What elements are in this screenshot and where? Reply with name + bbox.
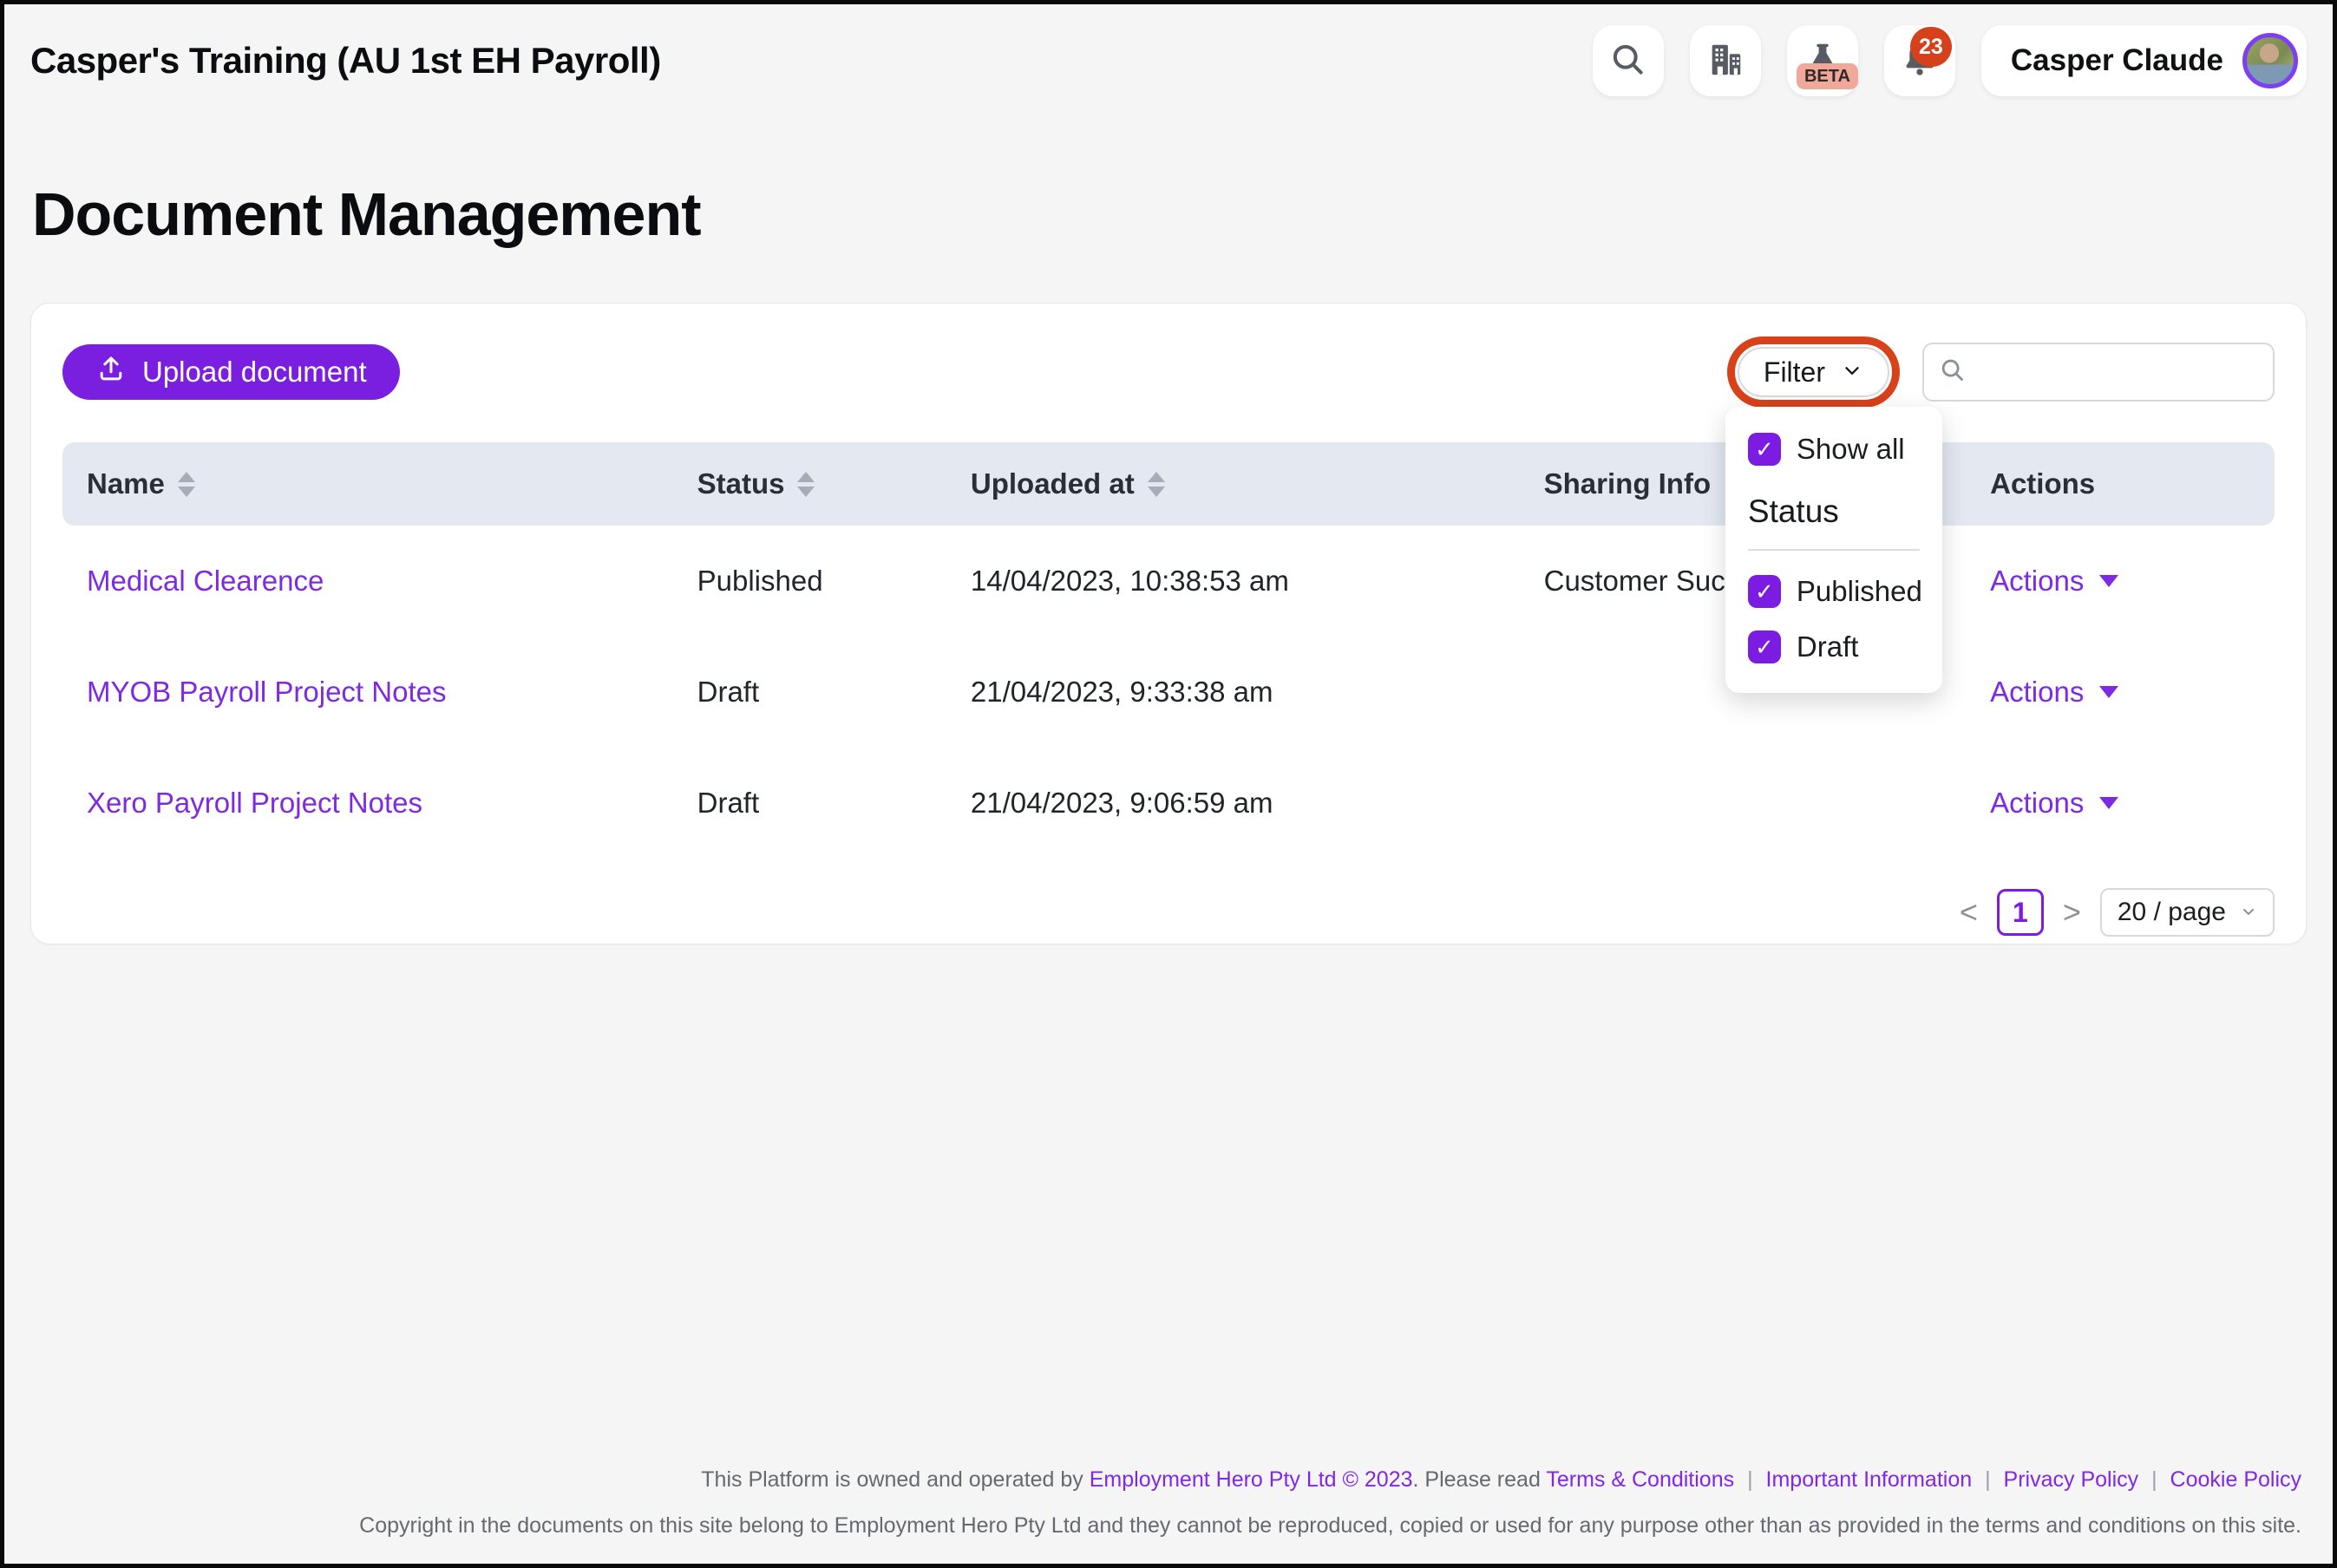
window-title: Casper's Training (AU 1st EH Payroll) (30, 40, 661, 82)
filter-option-published[interactable]: Published (1748, 575, 1920, 608)
filter-button-label: Filter (1764, 356, 1825, 389)
uploaded-at-cell: 14/04/2023, 10:38:53 am (971, 565, 1544, 598)
separator: | (2151, 1467, 2157, 1492)
checkbox-checked-icon (1748, 630, 1781, 663)
screen: Casper's Training (AU 1st EH Payroll) (0, 0, 2337, 1568)
page-title: Document Management (32, 180, 2333, 249)
column-label: Name (87, 467, 165, 500)
document-link[interactable]: Xero Payroll Project Notes (87, 787, 697, 820)
cookie-policy-link[interactable]: Cookie Policy (2170, 1467, 2301, 1492)
table-body: Medical Clearence Published 14/04/2023, … (62, 526, 2275, 859)
filter-section-title: Status (1748, 493, 1920, 530)
footer-text: . Please read (1413, 1467, 1541, 1492)
status-cell: Draft (697, 676, 971, 709)
footer-line2: Copyright in the documents on this site … (359, 1512, 2301, 1539)
previous-page-button[interactable]: < (1960, 897, 1978, 928)
column-header-status[interactable]: Status (697, 467, 971, 500)
column-header-uploaded-at[interactable]: Uploaded at (971, 467, 1544, 500)
filter-dropdown-menu: Show all Status Published Draft (1725, 407, 1942, 693)
current-page-button[interactable]: 1 (1997, 889, 2044, 936)
card-toolbar: Upload document Filter Show all (62, 336, 2275, 408)
table-header-row: Name Status Uploaded at Sharing Info Act… (62, 442, 2275, 526)
sort-icon (1148, 472, 1165, 497)
avatar (2242, 33, 2298, 88)
separator: | (1985, 1467, 1991, 1492)
column-label: Actions (1990, 467, 2095, 500)
footer: This Platform is owned and operated by E… (359, 1467, 2301, 1539)
filter-option-draft[interactable]: Draft (1748, 630, 1920, 663)
actions-label: Actions (1990, 676, 2084, 709)
row-actions-button[interactable]: Actions (1990, 565, 2275, 598)
important-information-link[interactable]: Important Information (1766, 1467, 1973, 1492)
separator: | (1747, 1467, 1753, 1492)
user-name: Casper Claude (2011, 43, 2223, 78)
column-header-actions: Actions (1990, 467, 2275, 500)
toolbar-right: Filter Show all Status (1727, 336, 2275, 408)
annotation-highlight-ring: Filter (1727, 336, 1900, 408)
upload-button-label: Upload document (142, 356, 367, 389)
column-label: Status (697, 467, 785, 500)
table-search-box (1922, 343, 2275, 402)
labs-beta-button[interactable]: BETA (1787, 25, 1858, 96)
sort-icon (178, 472, 195, 497)
document-link[interactable]: MYOB Payroll Project Notes (87, 676, 697, 709)
beta-badge: BETA (1797, 63, 1858, 89)
next-page-button[interactable]: > (2063, 897, 2081, 928)
table-search-input[interactable] (1978, 357, 2259, 387)
filter-option-show-all[interactable]: Show all (1748, 433, 1920, 466)
table-row: Xero Payroll Project Notes Draft 21/04/2… (62, 748, 2275, 859)
column-label: Sharing Info (1544, 467, 1712, 500)
actions-label: Actions (1990, 565, 2084, 598)
notification-count-badge: 23 (1910, 27, 1952, 67)
pagination: < 1 > 20 / page (62, 888, 2275, 937)
document-management-card: Upload document Filter Show all (30, 303, 2307, 944)
filter-option-label: Published (1797, 575, 1922, 608)
chevron-down-icon (2240, 898, 2257, 927)
column-label: Uploaded at (971, 467, 1135, 500)
organisation-button[interactable] (1690, 25, 1761, 96)
table-row: Medical Clearence Published 14/04/2023, … (62, 526, 2275, 637)
user-menu-button[interactable]: Casper Claude (1981, 25, 2307, 96)
search-icon (1608, 40, 1648, 82)
footer-line1: This Platform is owned and operated by E… (359, 1467, 2301, 1493)
filter-button[interactable]: Filter (1738, 347, 1889, 397)
status-cell: Published (697, 565, 971, 598)
footer-text: This Platform is owned and operated by (701, 1467, 1083, 1492)
menu-divider (1748, 549, 1920, 551)
caret-down-icon (2099, 686, 2118, 698)
upload-icon (95, 353, 127, 391)
search-icon (1938, 356, 1967, 389)
topbar-actions: BETA 23 Casper Claude (1593, 25, 2307, 96)
privacy-policy-link[interactable]: Privacy Policy (2004, 1467, 2139, 1492)
caret-down-icon (2099, 797, 2118, 809)
row-actions-button[interactable]: Actions (1990, 787, 2275, 820)
checkbox-checked-icon (1748, 433, 1781, 466)
notifications-button[interactable]: 23 (1884, 25, 1955, 96)
employment-hero-link[interactable]: Employment Hero Pty Ltd © 2023 (1090, 1467, 1413, 1492)
document-link[interactable]: Medical Clearence (87, 565, 697, 598)
page-size-select[interactable]: 20 / page (2100, 888, 2275, 937)
chevron-down-icon (1841, 356, 1863, 389)
global-search-button[interactable] (1593, 25, 1664, 96)
topbar: Casper's Training (AU 1st EH Payroll) (4, 4, 2333, 117)
caret-down-icon (2099, 575, 2118, 587)
filter-option-label: Draft (1797, 630, 1859, 663)
row-actions-button[interactable]: Actions (1990, 676, 2275, 709)
table-row: MYOB Payroll Project Notes Draft 21/04/2… (62, 637, 2275, 748)
uploaded-at-cell: 21/04/2023, 9:33:38 am (971, 676, 1544, 709)
page-size-value: 20 / page (2118, 898, 2226, 927)
column-header-name[interactable]: Name (87, 467, 697, 500)
status-cell: Draft (697, 787, 971, 820)
sort-icon (797, 472, 815, 497)
building-icon (1705, 40, 1745, 82)
checkbox-checked-icon (1748, 575, 1781, 608)
terms-link[interactable]: Terms & Conditions (1546, 1467, 1734, 1492)
actions-label: Actions (1990, 787, 2084, 820)
upload-document-button[interactable]: Upload document (62, 344, 400, 400)
uploaded-at-cell: 21/04/2023, 9:06:59 am (971, 787, 1544, 820)
filter-option-label: Show all (1797, 433, 1905, 466)
